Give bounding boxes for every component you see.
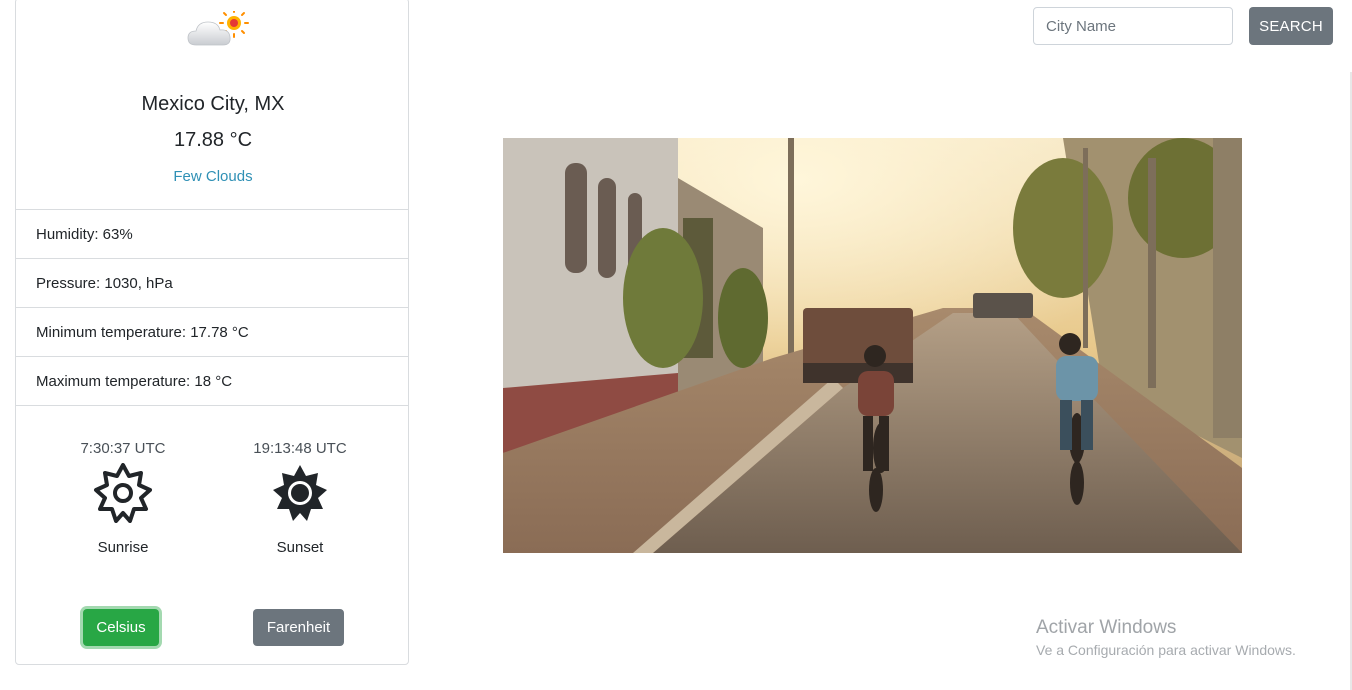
sunrise-block: 7:30:37 UTC Sunrise <box>53 440 193 556</box>
min-temperature-item: Minimum temperature: 17.78 °C <box>16 307 408 356</box>
current-temperature: 17.88 °C <box>173 129 253 151</box>
search-button[interactable]: SEARCH <box>1249 7 1333 45</box>
weather-card: Mexico City, MX 17.88 °C Few Clouds Humi… <box>15 0 409 665</box>
sunrise-label: Sunrise <box>97 539 149 556</box>
city-street-photo <box>503 138 1242 553</box>
weather-description: Few Clouds <box>173 168 253 185</box>
farenheit-button[interactable]: Farenheit <box>253 609 344 646</box>
sunset-label: Sunset <box>276 539 324 556</box>
humidity-item: Humidity: 63% <box>16 209 408 258</box>
sunset-icon <box>273 465 327 521</box>
sunrise-time: 7:30:37 UTC <box>80 440 166 457</box>
weather-details-list: Humidity: 63% Pressure: 1030, hPa Minimu… <box>16 209 408 406</box>
windows-activation-watermark: Activar Windows Ve a Configuración para … <box>1036 617 1296 658</box>
few-clouds-icon <box>187 11 249 46</box>
city-name: Mexico City, MX <box>141 93 285 115</box>
celsius-button[interactable]: Celsius <box>83 609 159 646</box>
city-search-input[interactable] <box>1033 7 1233 45</box>
pressure-item: Pressure: 1030, hPa <box>16 258 408 307</box>
sunrise-icon <box>94 463 152 523</box>
sunset-time: 19:13:48 UTC <box>253 440 347 457</box>
max-temperature-item: Maximum temperature: 18 °C <box>16 356 408 406</box>
watermark-subtitle: Ve a Configuración para activar Windows. <box>1036 642 1296 658</box>
watermark-title: Activar Windows <box>1036 617 1177 638</box>
sunset-block: 19:13:48 UTC Sunset <box>230 440 370 556</box>
